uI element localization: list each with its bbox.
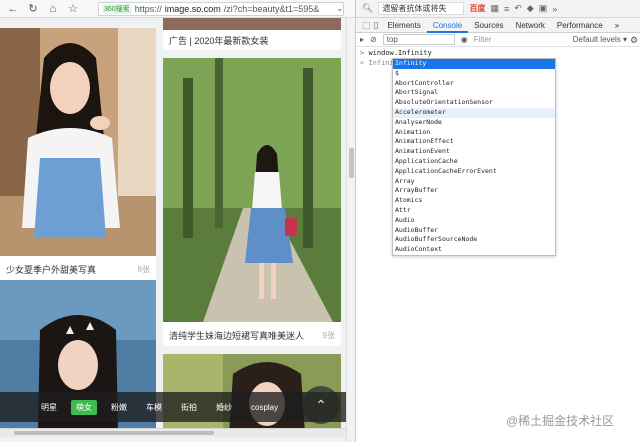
clear-console-icon[interactable]: ⊘ (370, 35, 377, 44)
console-toolbar: ▸ ⊘ top ◉ Filter Default levels ▾ (356, 33, 640, 47)
tag-cosplay[interactable]: cosplay (246, 401, 283, 414)
tab-elements[interactable]: Elements (381, 18, 426, 33)
tag-mingxing[interactable]: 明星 (36, 400, 62, 415)
autocomplete-item[interactable]: AbortSignal (393, 88, 555, 98)
category-tag-bar: 明星 萌女 粉嫩 车模 街拍 婚纱 cosplay (0, 392, 346, 422)
url-host: image.so.com (164, 4, 221, 14)
card-caption: 少女夏季户外甜美写真 (6, 265, 97, 275)
horizontal-scrollbar-thumb[interactable] (14, 431, 214, 435)
tag-chemo[interactable]: 车模 (141, 400, 167, 415)
tab-network[interactable]: Network (510, 18, 551, 33)
browser-extension-bar: 🔍︎ 遗留者抗体或将失 百度 ▦ ≡ ↶ ◆ ▣ » (356, 0, 640, 18)
chevron-up-icon: ⌃ (315, 396, 327, 413)
home-icon[interactable]: ⌂ (46, 2, 60, 16)
autocomplete-item[interactable]: AudioBufferSourceNode (393, 235, 555, 245)
photo (163, 58, 341, 322)
grid-icon[interactable]: ▦ (490, 3, 499, 14)
ad-caption: 广告 | 2020年最新款女装 (169, 36, 269, 46)
input-text[interactable]: window.Infinity (368, 49, 431, 57)
card-count: 8张 (137, 265, 150, 274)
chevron-down-icon[interactable]: ⌄ (336, 3, 344, 14)
ad-card[interactable]: 广告 | 2020年最新款女装 (163, 18, 341, 50)
tag-fennen[interactable]: 粉嫩 (106, 400, 132, 415)
photo (0, 28, 156, 256)
more-icon[interactable]: » (552, 4, 557, 14)
autocomplete-item[interactable]: AbortController (393, 79, 555, 89)
baidu-hot-label[interactable]: 百度 (469, 3, 485, 14)
screen: ← ↻ ⌂ ☆ 360搜索 https://image.so.com/zi?ch… (0, 0, 640, 442)
card-caption: 清纯学生妹海边短裙写真唯美迷人 (169, 331, 305, 341)
autocomplete-item[interactable]: AnalyserNode (393, 118, 555, 128)
devtools-panel: 🔍︎ 遗留者抗体或将失 百度 ▦ ≡ ↶ ◆ ▣ » ⬚ ▯ Elements … (355, 0, 640, 442)
url-path: /zi?ch=beauty&t1=595& (223, 4, 320, 14)
search-engine-badge: 360搜索 (102, 4, 132, 14)
page-content: 少女夏季户外甜美写真 8张 广告 | 2020年最新款女装 清纯学生妹海边短裙写… (0, 18, 346, 442)
tab-sources[interactable]: Sources (468, 18, 509, 33)
image-card[interactable]: 清纯学生妹海边短裙写真唯美迷人 9张 (163, 58, 341, 346)
eye-icon[interactable]: ◉ (461, 35, 468, 44)
watermark: @稀土掘金技术社区 (506, 414, 615, 428)
autocomplete-item[interactable]: Animation (393, 128, 555, 138)
autocomplete-item[interactable]: $ (393, 69, 555, 79)
autocomplete-item[interactable]: Audio (393, 216, 555, 226)
input-prompt: > (360, 49, 365, 57)
tab-more[interactable]: » (609, 18, 625, 33)
levels-dropdown[interactable]: Default levels ▾ (573, 35, 627, 44)
sidebar-toggle-icon[interactable]: ▸ (360, 35, 364, 44)
shield-icon[interactable]: ◆ (527, 3, 534, 14)
image-card[interactable]: 少女夏季户外甜美写真 8张 (0, 28, 156, 284)
autocomplete-item[interactable]: Atomics (393, 196, 555, 206)
back-icon[interactable]: ← (6, 2, 20, 16)
autocomplete-item[interactable]: ApplicationCacheErrorEvent (393, 167, 555, 177)
undo-icon[interactable]: ↶ (514, 3, 522, 14)
autocomplete-dropdown: Infinity $ AbortController AbortSignal A… (392, 58, 556, 256)
autocomplete-item[interactable]: Accelerometer (393, 107, 555, 118)
filter-input[interactable]: Filter (474, 35, 534, 44)
tab-performance[interactable]: Performance (551, 18, 609, 33)
autocomplete-item[interactable]: Attr (393, 206, 555, 216)
scroll-top-button[interactable]: ⌃ (302, 386, 340, 424)
autocomplete-item[interactable]: ArrayBuffer (393, 186, 555, 196)
card-count: 9张 (322, 331, 335, 340)
autocomplete-item[interactable]: AbsoluteOrientationSensor (393, 98, 555, 108)
autocomplete-item[interactable]: AudioBuffer (393, 226, 555, 236)
settings-gear-icon[interactable]: ⚙ (630, 35, 638, 46)
device-icon[interactable]: ▯ (374, 20, 379, 31)
search-icon[interactable]: 🔍︎ (362, 3, 373, 14)
autocomplete-item[interactable]: AnimationEffect (393, 137, 555, 147)
console-output: > window.Infinity < Infinity Infinity $ … (356, 47, 640, 442)
menu-icon[interactable]: ≡ (504, 4, 509, 14)
vertical-scrollbar[interactable] (346, 18, 355, 442)
url-prefix: https:// (134, 4, 162, 14)
inspect-icon[interactable]: ⬚ (362, 20, 371, 31)
hot-search-field[interactable]: 遗留者抗体或将失 (378, 2, 465, 15)
extension-icon[interactable]: ▣ (539, 3, 548, 14)
tag-mengnv[interactable]: 萌女 (71, 399, 97, 415)
console-input-line: > window.Infinity (360, 49, 432, 57)
context-select[interactable]: top (382, 34, 455, 45)
star-icon[interactable]: ☆ (66, 2, 80, 16)
address-bar[interactable]: 360搜索 https://image.so.com/zi?ch=beauty&… (98, 2, 344, 16)
tab-console[interactable]: Console (426, 18, 469, 33)
tag-jiepai[interactable]: 街拍 (176, 400, 202, 415)
autocomplete-item[interactable]: ApplicationCache (393, 157, 555, 167)
browser-toolbar: ← ↻ ⌂ ☆ 360搜索 https://image.so.com/zi?ch… (0, 0, 355, 18)
autocomplete-item[interactable]: AnimationEvent (393, 147, 555, 157)
autocomplete-item[interactable]: Array (393, 177, 555, 187)
refresh-icon[interactable]: ↻ (26, 2, 40, 16)
autocomplete-item[interactable]: AudioContext (393, 245, 555, 255)
autocomplete-item[interactable]: Infinity (393, 59, 555, 69)
result-prompt: < (360, 59, 365, 67)
devtools-tabs: ⬚ ▯ Elements Console Sources Network Per… (356, 18, 640, 33)
tag-hunsha[interactable]: 婚纱 (211, 400, 237, 415)
horizontal-scrollbar[interactable] (0, 428, 346, 437)
vertical-scrollbar-thumb[interactable] (349, 148, 354, 178)
ad-photo (163, 18, 341, 30)
